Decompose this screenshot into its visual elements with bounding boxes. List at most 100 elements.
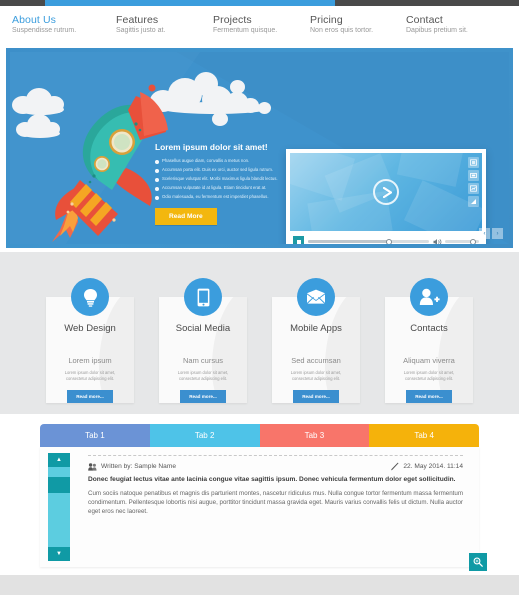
services-section: Web Design Lorem ipsum Lorem ipsum dolor… (0, 252, 519, 414)
carousel-prev-button[interactable]: ‹ (479, 228, 490, 239)
nav-label: About Us (12, 14, 56, 26)
service-subtitle: Nam cursus (182, 356, 223, 365)
hero-carousel-nav: ‹ › (479, 228, 503, 239)
volume-group (433, 238, 479, 244)
hero-heading: Lorem ipsum dolor sit amet! (155, 142, 268, 152)
nav-sublabel: Fermentum quisque. (213, 27, 278, 34)
hero-bullet: Accumsan porta elit. Duis ex orci, aucto… (155, 167, 280, 173)
service-subtitle: Aliquam viverra (403, 356, 455, 365)
service-read-more-button[interactable]: Read more... (406, 389, 452, 403)
pencil-icon (391, 462, 399, 471)
service-card-mobile-apps[interactable]: Mobile Apps Sed accumsan Lorem ipsum dol… (272, 278, 360, 403)
nav-item-features[interactable]: Features Sagittis justo at. (116, 14, 165, 34)
service-card-social-media[interactable]: Social Media Nam cursus Lorem ipsum dolo… (159, 278, 247, 403)
hero-text-block: Lorem ipsum dolor sit amet! Phasellus au… (155, 142, 280, 226)
article-date-group: 22. May 2014. 11:14 (390, 462, 463, 471)
envelope-icon (297, 278, 335, 316)
service-description: Lorem ipsum dolor sit amet, consectetur … (403, 370, 455, 381)
page-root: About Us Suspendisse rutrum. Features Sa… (0, 0, 519, 600)
chart-icon[interactable] (468, 183, 479, 194)
service-card-web-design[interactable]: Web Design Lorem ipsum Lorem ipsum dolor… (46, 278, 134, 403)
bullet-dot-icon (155, 186, 159, 191)
authors-icon (88, 462, 97, 471)
service-subtitle: Lorem ipsum (68, 356, 112, 365)
seek-knob[interactable] (386, 238, 393, 244)
search-icon (473, 557, 483, 567)
main-navigation: About Us Suspendisse rutrum. Features Sa… (0, 6, 519, 48)
service-description: Lorem ipsum dolor sit amet, consectetur … (290, 370, 342, 381)
mobile-phone-icon (184, 278, 222, 316)
bullet-dot-icon (155, 177, 159, 182)
tab-panel: ▲ ▼ Written by: Sample Name 22. May 2014… (40, 447, 487, 571)
service-read-more-button[interactable]: Read more... (293, 389, 339, 403)
scrollbar-track[interactable] (48, 467, 70, 547)
video-player (286, 149, 486, 244)
nav-label: Contact (406, 14, 443, 26)
hero-bullet-text: Odio malesuada, eu fermentum est imperdi… (162, 194, 269, 200)
nav-label: Features (116, 14, 159, 26)
service-card-contacts[interactable]: Contacts Aliquam viverra Lorem ipsum dol… (385, 278, 473, 403)
service-subtitle: Sed accumsan (291, 356, 341, 365)
article-body: Cum sociis natoque penatibus et magnis d… (88, 490, 463, 516)
tab-1[interactable]: Tab 1 (40, 424, 150, 447)
nav-sublabel: Sagittis justo at. (116, 27, 166, 34)
footer (0, 575, 519, 595)
video-controls (290, 231, 482, 244)
nav-item-pricing[interactable]: Pricing Non eros quis tortor. (310, 14, 373, 34)
hero-inner: Lorem ipsum dolor sit amet! Phasellus au… (10, 52, 509, 244)
service-read-more-button[interactable]: Read more... (180, 389, 226, 403)
article-author-group: Written by: Sample Name (88, 462, 177, 471)
nav-sublabel: Non eros quis tortor. (310, 27, 374, 34)
volume-icon (433, 238, 442, 244)
seek-fill (308, 240, 390, 243)
volume-slider[interactable] (445, 238, 479, 244)
hero-banner: Lorem ipsum dolor sit amet! Phasellus au… (6, 48, 513, 248)
nav-item-contact[interactable]: Contact Dapibus pretium sit. (406, 14, 468, 34)
scroll-down-button[interactable]: ▼ (48, 547, 70, 561)
nav-sublabel: Suspendisse rutrum. (12, 27, 77, 34)
volume-knob[interactable] (469, 238, 476, 244)
stop-button[interactable] (293, 236, 304, 244)
video-screen[interactable] (290, 153, 482, 231)
seek-slider[interactable] (308, 238, 429, 244)
hero-bullet: Scelerisque volutpat elit. Morbi maximus… (155, 176, 280, 182)
scrollbar-thumb[interactable] (48, 477, 70, 493)
service-description: Lorem ipsum dolor sit amet, consectetur … (177, 370, 229, 381)
hero-bullet-text: Accumsan porta elit. Duis ex orci, aucto… (162, 167, 274, 173)
screen-icon[interactable] (468, 170, 479, 181)
hero-bullet-text: Scelerisque volutpat elit. Morbi maximus… (162, 176, 278, 182)
play-button[interactable] (373, 179, 399, 205)
play-triangle-icon (382, 186, 392, 198)
hero-read-more-button[interactable]: Read More (155, 208, 217, 226)
list-icon[interactable] (468, 157, 479, 168)
bullet-dot-icon (155, 159, 159, 164)
hero-bullet-text: Phasellus augue diam, convallis a metus … (162, 158, 250, 163)
bullet-dot-icon (155, 168, 159, 173)
service-description: Lorem ipsum dolor sit amet, consectetur … (64, 370, 116, 381)
tab-4[interactable]: Tab 4 (369, 424, 479, 447)
article-content: Written by: Sample Name 22. May 2014. 11… (70, 447, 487, 571)
hero-bullet: Phasellus augue diam, convallis a metus … (155, 158, 280, 164)
video-side-toolbar (468, 157, 479, 207)
nav-item-projects[interactable]: Projects Fermentum quisque. (213, 14, 277, 34)
signal-icon[interactable] (468, 196, 479, 207)
article-lead: Donec feugiat lectus vitae ante lacinia … (88, 476, 456, 483)
services-row: Web Design Lorem ipsum Lorem ipsum dolor… (0, 278, 519, 403)
carousel-next-button[interactable]: › (492, 228, 503, 239)
tab-3[interactable]: Tab 3 (259, 424, 370, 447)
article-author: Written by: Sample Name (101, 463, 177, 470)
bullet-dot-icon (155, 195, 159, 200)
service-read-more-button[interactable]: Read more... (67, 389, 113, 403)
scroll-up-button[interactable]: ▲ (48, 453, 70, 467)
article-date: 22. May 2014. 11:14 (403, 463, 463, 470)
nav-item-about-us[interactable]: About Us Suspendisse rutrum. (12, 14, 76, 34)
tab-bar: Tab 1 Tab 2 Tab 3 Tab 4 (40, 424, 479, 447)
tab-2[interactable]: Tab 2 (149, 424, 260, 447)
lightbulb-icon (71, 278, 109, 316)
tabs-section: Tab 1 Tab 2 Tab 3 Tab 4 ▲ ▼ Written by: … (40, 424, 487, 571)
hero-bullet: Accumsan vulputate id at ligula. Etiam t… (155, 185, 280, 191)
search-button[interactable] (469, 553, 487, 571)
vertical-scrollbar[interactable]: ▲ ▼ (48, 453, 70, 561)
divider (88, 455, 463, 456)
article-meta: Written by: Sample Name 22. May 2014. 11… (88, 462, 463, 471)
